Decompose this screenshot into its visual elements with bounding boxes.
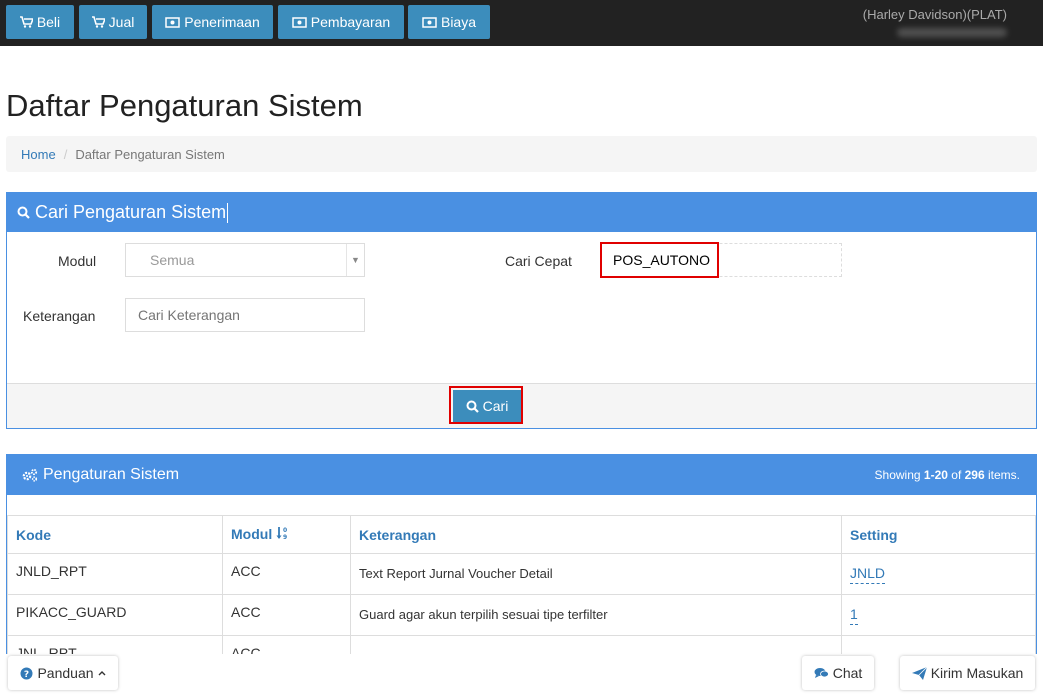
breadcrumb-current: Daftar Pengaturan Sistem (75, 146, 225, 162)
summary-prefix: Showing (874, 468, 924, 482)
summary-total: 296 (964, 468, 985, 482)
modul-label: Modul (58, 253, 97, 269)
svg-text:?: ? (24, 670, 29, 680)
results-panel: Pengaturan Sistem Showing 1-20 of 296 it… (6, 454, 1037, 654)
svg-text:9: 9 (283, 534, 287, 540)
nav-button-label: Beli (36, 14, 61, 30)
results-table: Kode Modul 0 9 Keterangan Setting JNLD_RPT… (7, 515, 1036, 654)
user-email-redacted (897, 28, 1007, 37)
search-panel: Cari Pengaturan Sistem Modul Semua ▼ Car… (6, 192, 1037, 429)
modul-select[interactable]: Semua ▼ (125, 243, 365, 277)
user-company-name: (Harley Davidson)(PLAT) (862, 7, 1007, 22)
panduan-button[interactable]: ? Panduan (8, 656, 118, 690)
nav-button-label: Pembayaran (310, 14, 391, 30)
column-header-label: Modul (231, 525, 273, 542)
chat-button[interactable]: Chat (802, 656, 874, 690)
nav-button-jual[interactable]: Jual (79, 5, 147, 39)
nav-button-label: Biaya (440, 14, 477, 30)
keterangan-label: Keterangan (23, 308, 96, 324)
kirim-masukan-button-label: Kirim Masukan (930, 665, 1024, 681)
cell-modul: ACC (222, 553, 351, 595)
breadcrumb: Home / Daftar Pengaturan Sistem (6, 136, 1037, 172)
question-circle-icon: ? (20, 667, 33, 680)
paper-plane-icon (911, 666, 927, 680)
chat-button-label: Chat (832, 665, 863, 681)
setting-edit-link[interactable]: 1 (850, 606, 858, 625)
money-icon (422, 16, 437, 28)
keterangan-input[interactable] (125, 298, 365, 332)
table-header-row: Kode Modul 0 9 Keterangan Setting (7, 515, 1036, 554)
cell-kode: JNL_RPT (7, 635, 223, 654)
panduan-button-label: Panduan (37, 665, 94, 681)
cari-cepat-label: Cari Cepat (505, 253, 572, 269)
column-header-setting[interactable]: Setting (841, 515, 1036, 554)
cell-modul: ACC (222, 594, 351, 636)
nav-button-penerimaan[interactable]: Penerimaan (152, 5, 273, 39)
highlight-box-cari-button (449, 386, 523, 424)
table-row: PIKACC_GUARD ACC Guard agar akun terpili… (7, 594, 1036, 636)
chat-bubble-icon (814, 667, 829, 679)
chevron-up-icon (98, 670, 106, 676)
gears-icon (21, 468, 39, 482)
top-navbar: Beli Jual Penerimaan Pembayaran Biaya (H… (0, 0, 1043, 46)
highlight-box-cari-cepat (600, 242, 719, 278)
user-menu[interactable]: (Harley Davidson)(PLAT) (863, 6, 1007, 37)
summary-mid: of (947, 468, 965, 482)
nav-button-label: Penerimaan (184, 14, 260, 30)
breadcrumb-separator: / (63, 146, 68, 162)
money-icon (165, 16, 180, 28)
cell-kode: PIKACC_GUARD (7, 594, 223, 636)
search-panel-header: Cari Pengaturan Sistem (7, 193, 1036, 232)
nav-button-pembayaran[interactable]: Pembayaran (278, 5, 404, 39)
column-header-label: Setting (850, 526, 898, 543)
cell-setting (841, 635, 1036, 654)
cell-modul: ACC (222, 635, 351, 654)
search-icon (17, 206, 30, 219)
cell-kode: JNLD_RPT (7, 553, 223, 595)
kirim-masukan-button[interactable]: Kirim Masukan (900, 656, 1035, 690)
text-cursor (227, 202, 229, 223)
column-header-label: Kode (16, 526, 51, 543)
nav-button-label: Jual (108, 14, 135, 30)
column-header-keterangan[interactable]: Keterangan (350, 515, 842, 554)
chevron-down-icon[interactable]: ▼ (346, 244, 364, 276)
cell-keterangan (350, 635, 842, 654)
cell-setting: 1 (841, 594, 1036, 636)
summary-suffix: items. (984, 468, 1020, 482)
results-panel-header: Pengaturan Sistem Showing 1-20 of 296 it… (7, 455, 1036, 495)
sort-numeric-asc-icon: 09 (276, 526, 288, 543)
cell-setting: JNLD (841, 553, 1036, 595)
column-header-kode[interactable]: Kode (7, 515, 223, 554)
cell-keterangan: Text Report Jurnal Voucher Detail (350, 553, 842, 595)
column-header-label: Keterangan (359, 526, 437, 543)
cell-keterangan: Guard agar akun terpilih sesuai tipe ter… (350, 594, 842, 636)
setting-edit-link[interactable]: JNLD (850, 565, 886, 584)
page-title: Daftar Pengaturan Sistem (6, 88, 363, 123)
modul-select-value: Semua (150, 252, 195, 268)
money-icon (292, 16, 307, 28)
results-panel-title: Pengaturan Sistem (43, 466, 180, 483)
results-summary: Showing 1-20 of 296 items. (875, 468, 1020, 482)
search-panel-title: Cari Pengaturan Sistem (35, 202, 227, 222)
table-row: JNLD_RPT ACC Text Report Jurnal Voucher … (7, 553, 1036, 595)
nav-button-biaya[interactable]: Biaya (408, 5, 490, 39)
summary-range: 1-20 (923, 468, 948, 482)
breadcrumb-home-link[interactable]: Home (21, 147, 56, 162)
nav-button-beli[interactable]: Beli (6, 5, 74, 39)
svg-text:0: 0 (283, 527, 287, 534)
table-row: JNL_RPT ACC (7, 635, 1036, 654)
cart-icon (91, 16, 105, 28)
column-header-modul[interactable]: Modul 0 9 (222, 515, 351, 554)
cart-icon (19, 16, 33, 28)
